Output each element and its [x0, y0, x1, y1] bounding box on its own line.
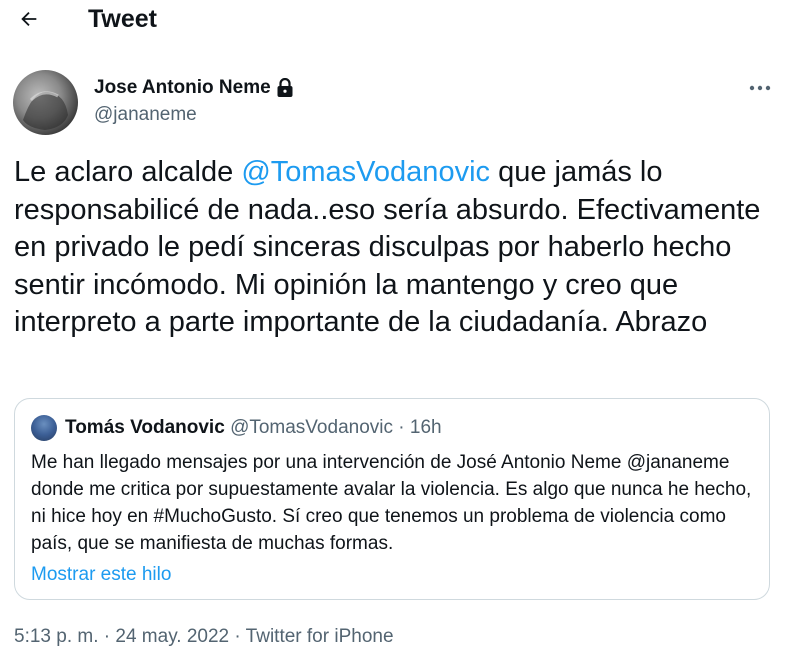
meta-separator: ·	[229, 626, 246, 647]
tweet-date[interactable]: 24 may. 2022	[115, 626, 229, 647]
author-avatar[interactable]	[13, 70, 78, 135]
meta-separator: ·	[98, 626, 116, 647]
tweet-text: Le aclaro alcalde @TomasVodanovic que ja…	[14, 154, 784, 342]
page-title: Tweet	[88, 5, 157, 33]
tweet-source: Twitter for iPhone	[245, 626, 394, 647]
author-name[interactable]: Jose Antonio Neme	[94, 77, 294, 99]
back-button[interactable]	[14, 4, 44, 34]
quoted-tweet-text: Me han llegado mensajes por una interven…	[31, 452, 752, 554]
more-horizontal-icon	[749, 85, 771, 91]
tweet-text-start: Le aclaro alcalde	[14, 156, 242, 188]
author-name-text: Jose Antonio Neme	[94, 77, 271, 98]
tweet-time[interactable]: 5:13 p. m.	[14, 626, 99, 647]
quoted-tweet-header: Tomás Vodanovic @TomasVodanovic · 16h	[65, 416, 442, 440]
lock-icon	[276, 78, 294, 98]
author-handle[interactable]: @jananeme	[94, 104, 197, 126]
quoted-author-handle: @TomasVodanovic	[230, 417, 393, 438]
more-button[interactable]	[746, 78, 774, 98]
quoted-author-name: Tomás Vodanovic	[65, 417, 225, 438]
mention-link[interactable]: @TomasVodanovic	[241, 156, 490, 188]
quoted-author-avatar	[31, 415, 57, 441]
avatar-image	[23, 91, 68, 130]
quoted-tweet-time: · 16h	[393, 417, 442, 438]
quoted-tweet[interactable]: Tomás Vodanovic @TomasVodanovic · 16h Me…	[14, 398, 770, 600]
tweet-meta: 5:13 p. m. · 24 may. 2022 · Twitter for …	[14, 625, 394, 649]
show-thread-link[interactable]: Mostrar este hilo	[31, 563, 171, 587]
top-bar: Tweet	[0, 0, 800, 40]
arrow-left-icon	[21, 11, 37, 27]
